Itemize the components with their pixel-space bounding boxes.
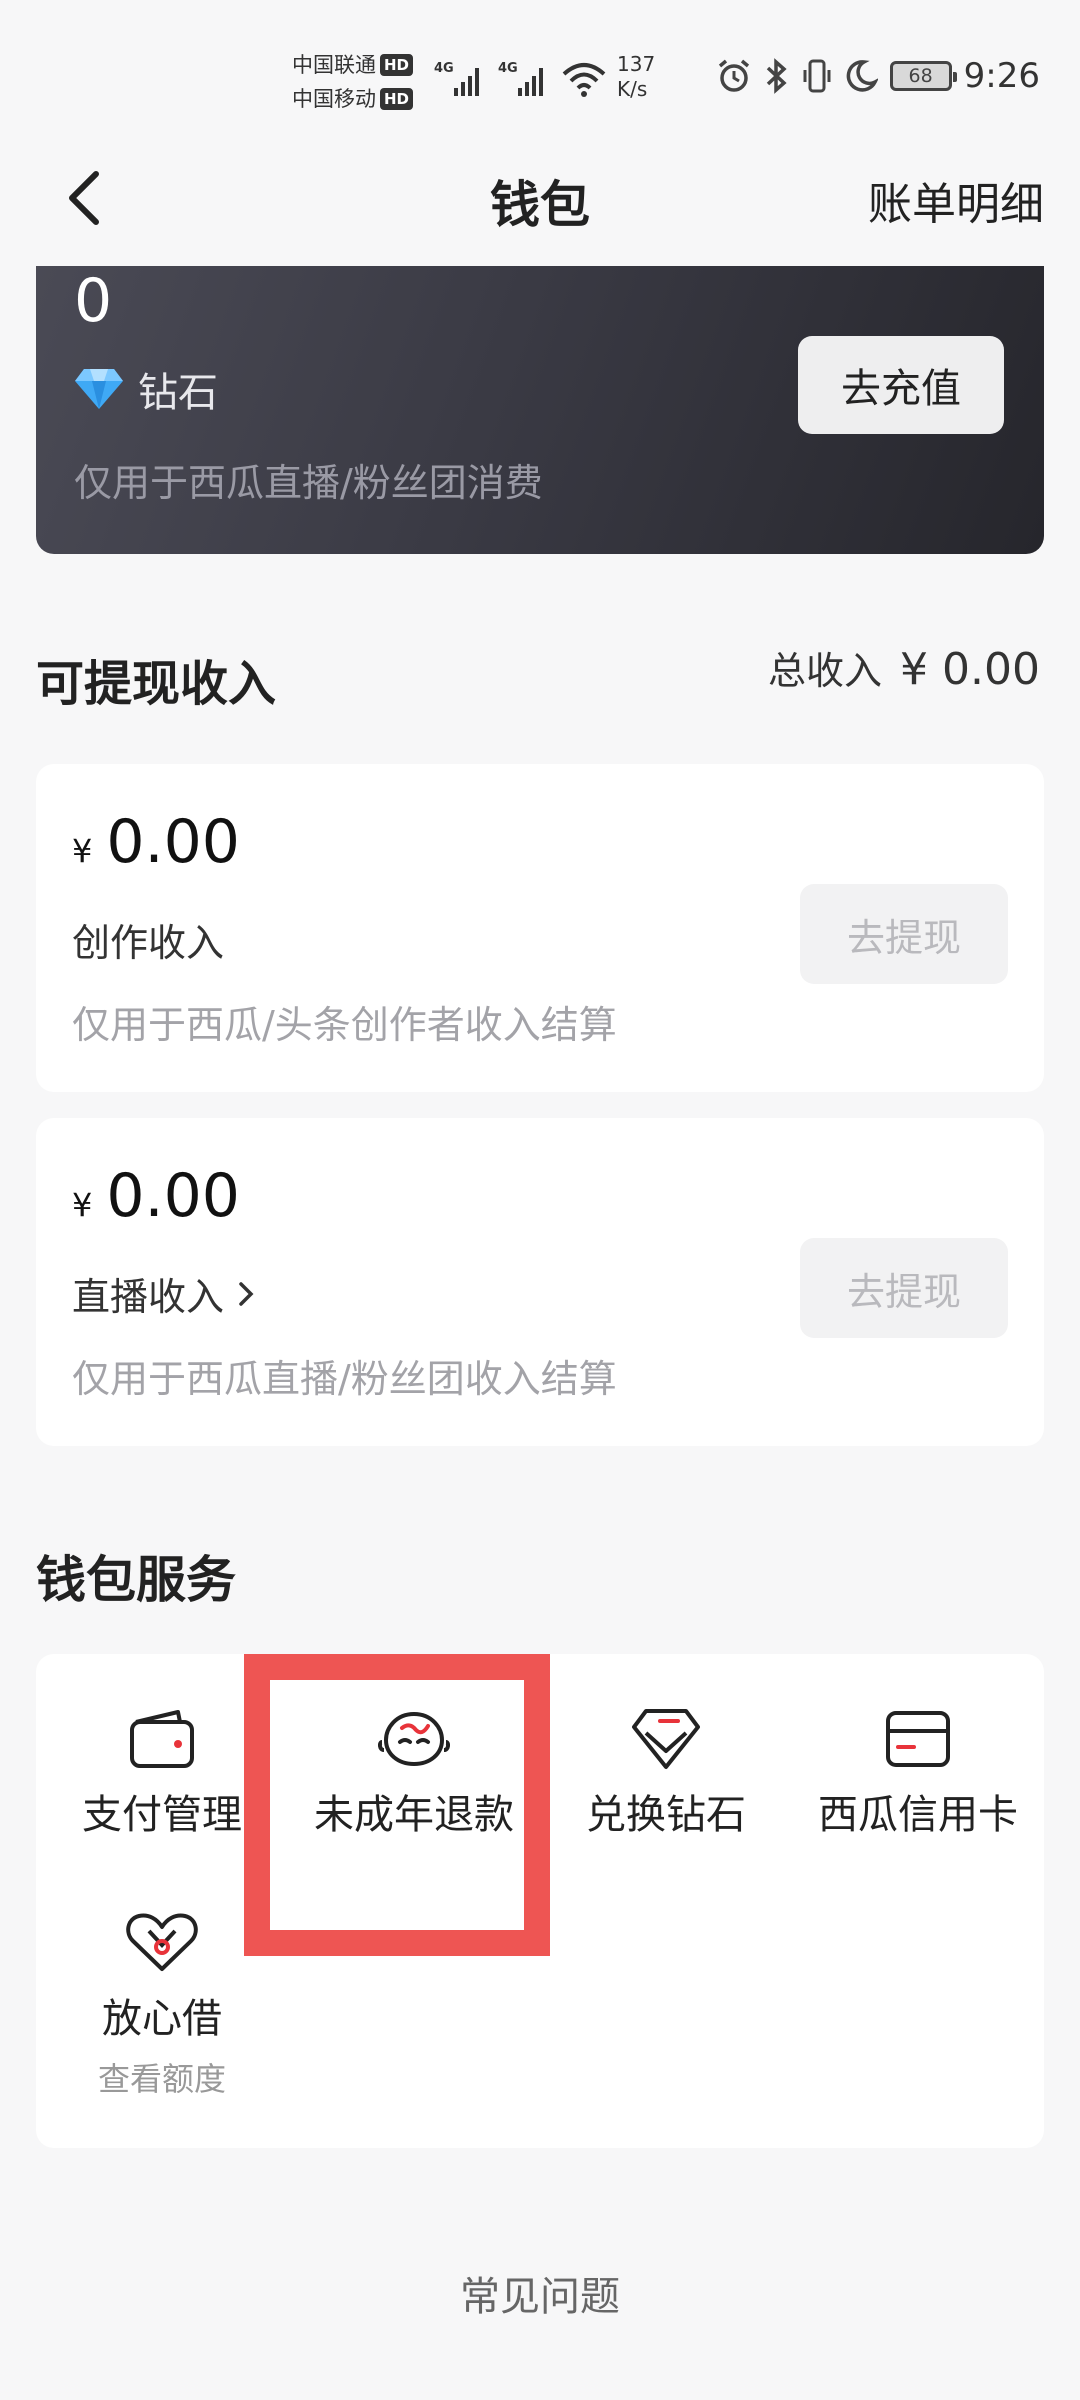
hd-badge-2: HD <box>380 88 414 110</box>
wifi-icon <box>562 63 606 97</box>
total-income: 总收入 ¥ 0.00 <box>768 640 1040 695</box>
network-speed: 137 K/s <box>617 52 655 102</box>
service-exchange-diamonds[interactable]: 兑换钻石 <box>540 1704 792 1840</box>
status-bar: 中国联通 HD 中国移动 HD 4G 4G 137 K/s 68 9:26 <box>0 0 1080 150</box>
alarm-icon <box>718 59 749 92</box>
service-name: 兑换钻石 <box>586 1792 746 1838</box>
battery-indicator: 68 <box>889 61 957 91</box>
back-arrow-icon[interactable] <box>60 168 110 228</box>
live-income-label: 直播收入 <box>72 1275 225 1319</box>
clock: 9:26 <box>963 56 1040 96</box>
diamond-exchange-icon <box>632 1709 700 1769</box>
service-xigua-credit-card[interactable]: 西瓜信用卡 <box>792 1704 1044 1840</box>
total-income-label: 总收入 <box>768 649 883 693</box>
vibrate-icon <box>803 59 831 93</box>
carrier-2: 中国移动 <box>292 87 376 111</box>
highlight-annotation-box <box>244 1654 550 1956</box>
currency-symbol: ¥ <box>72 1186 93 1224</box>
total-income-amount: ¥ 0.00 <box>900 644 1040 695</box>
withdraw-live-button[interactable]: 去提现 <box>800 1238 1008 1338</box>
heart-loan-icon <box>126 1913 198 1971</box>
service-name: 放心借 <box>102 1996 222 2042</box>
carrier-info: 中国联通 HD 中国移动 HD <box>292 48 414 116</box>
svg-text:4G: 4G <box>498 61 518 76</box>
live-income-card: ¥0.00 直播收入 仅用于西瓜直播/粉丝团收入结算 去提现 <box>36 1118 1044 1446</box>
chevron-right-icon <box>239 1281 254 1306</box>
faq-link[interactable]: 常见问题 <box>0 2264 1080 2322</box>
diamond-icon <box>75 369 123 409</box>
svg-text:4G: 4G <box>434 61 454 76</box>
hd-badge-1: HD <box>380 54 414 76</box>
status-right: 68 9:26 <box>716 56 1040 96</box>
wallet-icon <box>130 1710 194 1768</box>
currency-symbol: ¥ <box>72 832 93 870</box>
creation-income-note: 仅用于西瓜/头条创作者收入结算 <box>72 1003 617 1047</box>
diamond-label: 钻石 <box>138 370 218 416</box>
service-subtitle: 查看额度 <box>97 2060 226 2098</box>
diamond-note: 仅用于西瓜直播/粉丝团消费 <box>74 461 543 505</box>
credit-card-icon <box>886 1711 950 1767</box>
withdrawable-income-title: 可提现收入 <box>36 656 277 712</box>
service-name: 西瓜信用卡 <box>818 1792 1018 1838</box>
carrier-1: 中国联通 <box>292 53 376 77</box>
battery-level: 68 <box>908 65 933 87</box>
live-income-note: 仅用于西瓜直播/粉丝团收入结算 <box>72 1357 617 1401</box>
creation-income-label: 创作收入 <box>72 921 225 965</box>
creation-income-amount: ¥0.00 <box>72 802 240 891</box>
amount-value: 0.00 <box>106 807 240 877</box>
do-not-disturb-moon-icon <box>846 60 878 92</box>
recharge-button[interactable]: 去充值 <box>798 336 1004 434</box>
live-income-amount: ¥0.00 <box>72 1156 240 1245</box>
diamond-balance-card: 0 钻石 仅用于西瓜直播/粉丝团消费 去充值 <box>36 266 1044 554</box>
amount-value: 0.00 <box>106 1161 240 1231</box>
wallet-services-title: 钱包服务 <box>36 1551 236 1609</box>
cellular-signal-icon: 4G 4G <box>434 61 543 96</box>
bill-details-link[interactable]: 账单明细 <box>868 168 1044 232</box>
diamond-amount: 0 <box>74 266 113 336</box>
diamond-label-row: 钻石 <box>74 360 218 418</box>
bluetooth-icon <box>766 58 787 94</box>
live-income-link[interactable]: 直播收入 <box>72 1266 256 1321</box>
speed-value: 137 <box>617 52 656 76</box>
speed-unit: K/s <box>617 77 648 101</box>
creation-income-card: ¥0.00 创作收入 仅用于西瓜/头条创作者收入结算 去提现 <box>36 764 1044 1092</box>
withdraw-creation-button[interactable]: 去提现 <box>800 884 1008 984</box>
